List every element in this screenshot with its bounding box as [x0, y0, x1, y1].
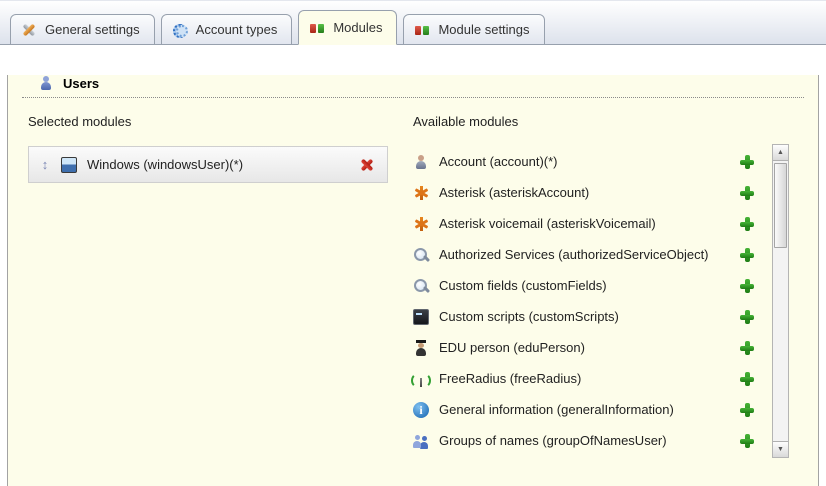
modules-panel: Users Selected modules Windows (windowsU…: [7, 75, 819, 486]
magnifier-icon: [413, 247, 429, 263]
remove-module-button[interactable]: [359, 157, 375, 173]
add-module-button[interactable]: [739, 433, 755, 449]
add-module-button[interactable]: [739, 309, 755, 325]
asterisk-icon: [413, 185, 429, 201]
asterisk-icon: [413, 216, 429, 232]
add-module-button[interactable]: [739, 340, 755, 356]
selected-modules-column: Selected modules Windows (windowsUser)(*…: [28, 114, 388, 456]
available-module-label: FreeRadius (freeRadius): [439, 371, 581, 386]
account-icon: [413, 154, 429, 170]
tab-label: Account types: [196, 22, 278, 37]
add-module-button[interactable]: [739, 247, 755, 263]
selected-modules-heading: Selected modules: [28, 114, 388, 129]
available-module-row: Custom fields (customFields): [413, 270, 755, 301]
drag-handle-icon[interactable]: [39, 157, 51, 172]
group-icon: [413, 433, 429, 449]
lam-configuration-window: General settings Account types Modules M…: [0, 0, 826, 486]
tab-label: Modules: [333, 20, 382, 35]
tab-label: General settings: [45, 22, 140, 37]
available-module-label: Authorized Services (authorizedServiceOb…: [439, 247, 709, 262]
gears-icon: [172, 22, 188, 38]
add-module-button[interactable]: [739, 278, 755, 294]
tab-module-settings[interactable]: Module settings: [403, 14, 544, 45]
edu-icon: [413, 340, 429, 356]
available-module-row: Custom scripts (customScripts): [413, 301, 755, 332]
modules-icon: [309, 20, 325, 36]
available-module-label: EDU person (eduPerson): [439, 340, 585, 355]
info-icon: [413, 402, 429, 418]
available-modules-column: Available modules Account (account)(*) A…: [413, 114, 791, 456]
tab-modules[interactable]: Modules: [298, 10, 397, 45]
available-module-row: FreeRadius (freeRadius): [413, 363, 755, 394]
scroll-up-button[interactable]: [773, 145, 788, 161]
add-module-button[interactable]: [739, 371, 755, 387]
add-module-button[interactable]: [739, 216, 755, 232]
add-module-button[interactable]: [739, 154, 755, 170]
selected-modules-list: Windows (windowsUser)(*): [28, 146, 388, 183]
available-module-row: Groups of names (groupOfNamesUser): [413, 425, 755, 456]
available-module-label: Custom scripts (customScripts): [439, 309, 619, 324]
add-module-button[interactable]: [739, 185, 755, 201]
tools-icon: [21, 22, 37, 38]
tab-label: Module settings: [438, 22, 529, 37]
available-modules-wrap: Account (account)(*) Asterisk (asteriskA…: [413, 146, 791, 456]
scroll-down-button[interactable]: [773, 441, 788, 457]
available-modules-heading: Available modules: [413, 114, 791, 129]
available-module-label: General information (generalInformation): [439, 402, 674, 417]
available-module-row: Asterisk (asteriskAccount): [413, 177, 755, 208]
add-module-button[interactable]: [739, 402, 755, 418]
available-module-label: Asterisk (asteriskAccount): [439, 185, 589, 200]
available-modules-list: Account (account)(*) Asterisk (asteriskA…: [413, 146, 755, 456]
columns: Selected modules Windows (windowsUser)(*…: [8, 98, 818, 456]
available-module-row: General information (generalInformation): [413, 394, 755, 425]
scrollbar-thumb[interactable]: [774, 163, 787, 248]
available-module-label: Asterisk voicemail (asteriskVoicemail): [439, 216, 656, 231]
section-header: Users: [38, 75, 818, 91]
available-module-row: Authorized Services (authorizedServiceOb…: [413, 239, 755, 270]
available-module-label: Account (account)(*): [439, 154, 558, 169]
available-module-label: Groups of names (groupOfNamesUser): [439, 433, 667, 448]
available-module-row: EDU person (eduPerson): [413, 332, 755, 363]
modules-icon: [414, 22, 430, 38]
tab-general-settings[interactable]: General settings: [10, 14, 155, 45]
available-module-row: Account (account)(*): [413, 146, 755, 177]
available-module-row: Asterisk voicemail (asteriskVoicemail): [413, 208, 755, 239]
tab-account-types[interactable]: Account types: [161, 14, 293, 45]
scrollbar[interactable]: [772, 144, 789, 458]
tab-bar: General settings Account types Modules M…: [0, 0, 826, 45]
users-icon: [38, 75, 54, 91]
available-module-label: Custom fields (customFields): [439, 278, 607, 293]
selected-module-row[interactable]: Windows (windowsUser)(*): [28, 146, 388, 183]
antenna-icon: [413, 371, 429, 387]
section-title: Users: [63, 76, 99, 91]
terminal-icon: [413, 309, 429, 325]
selected-module-label: Windows (windowsUser)(*): [87, 157, 243, 172]
magnifier-icon: [413, 278, 429, 294]
windows-icon: [61, 157, 77, 173]
